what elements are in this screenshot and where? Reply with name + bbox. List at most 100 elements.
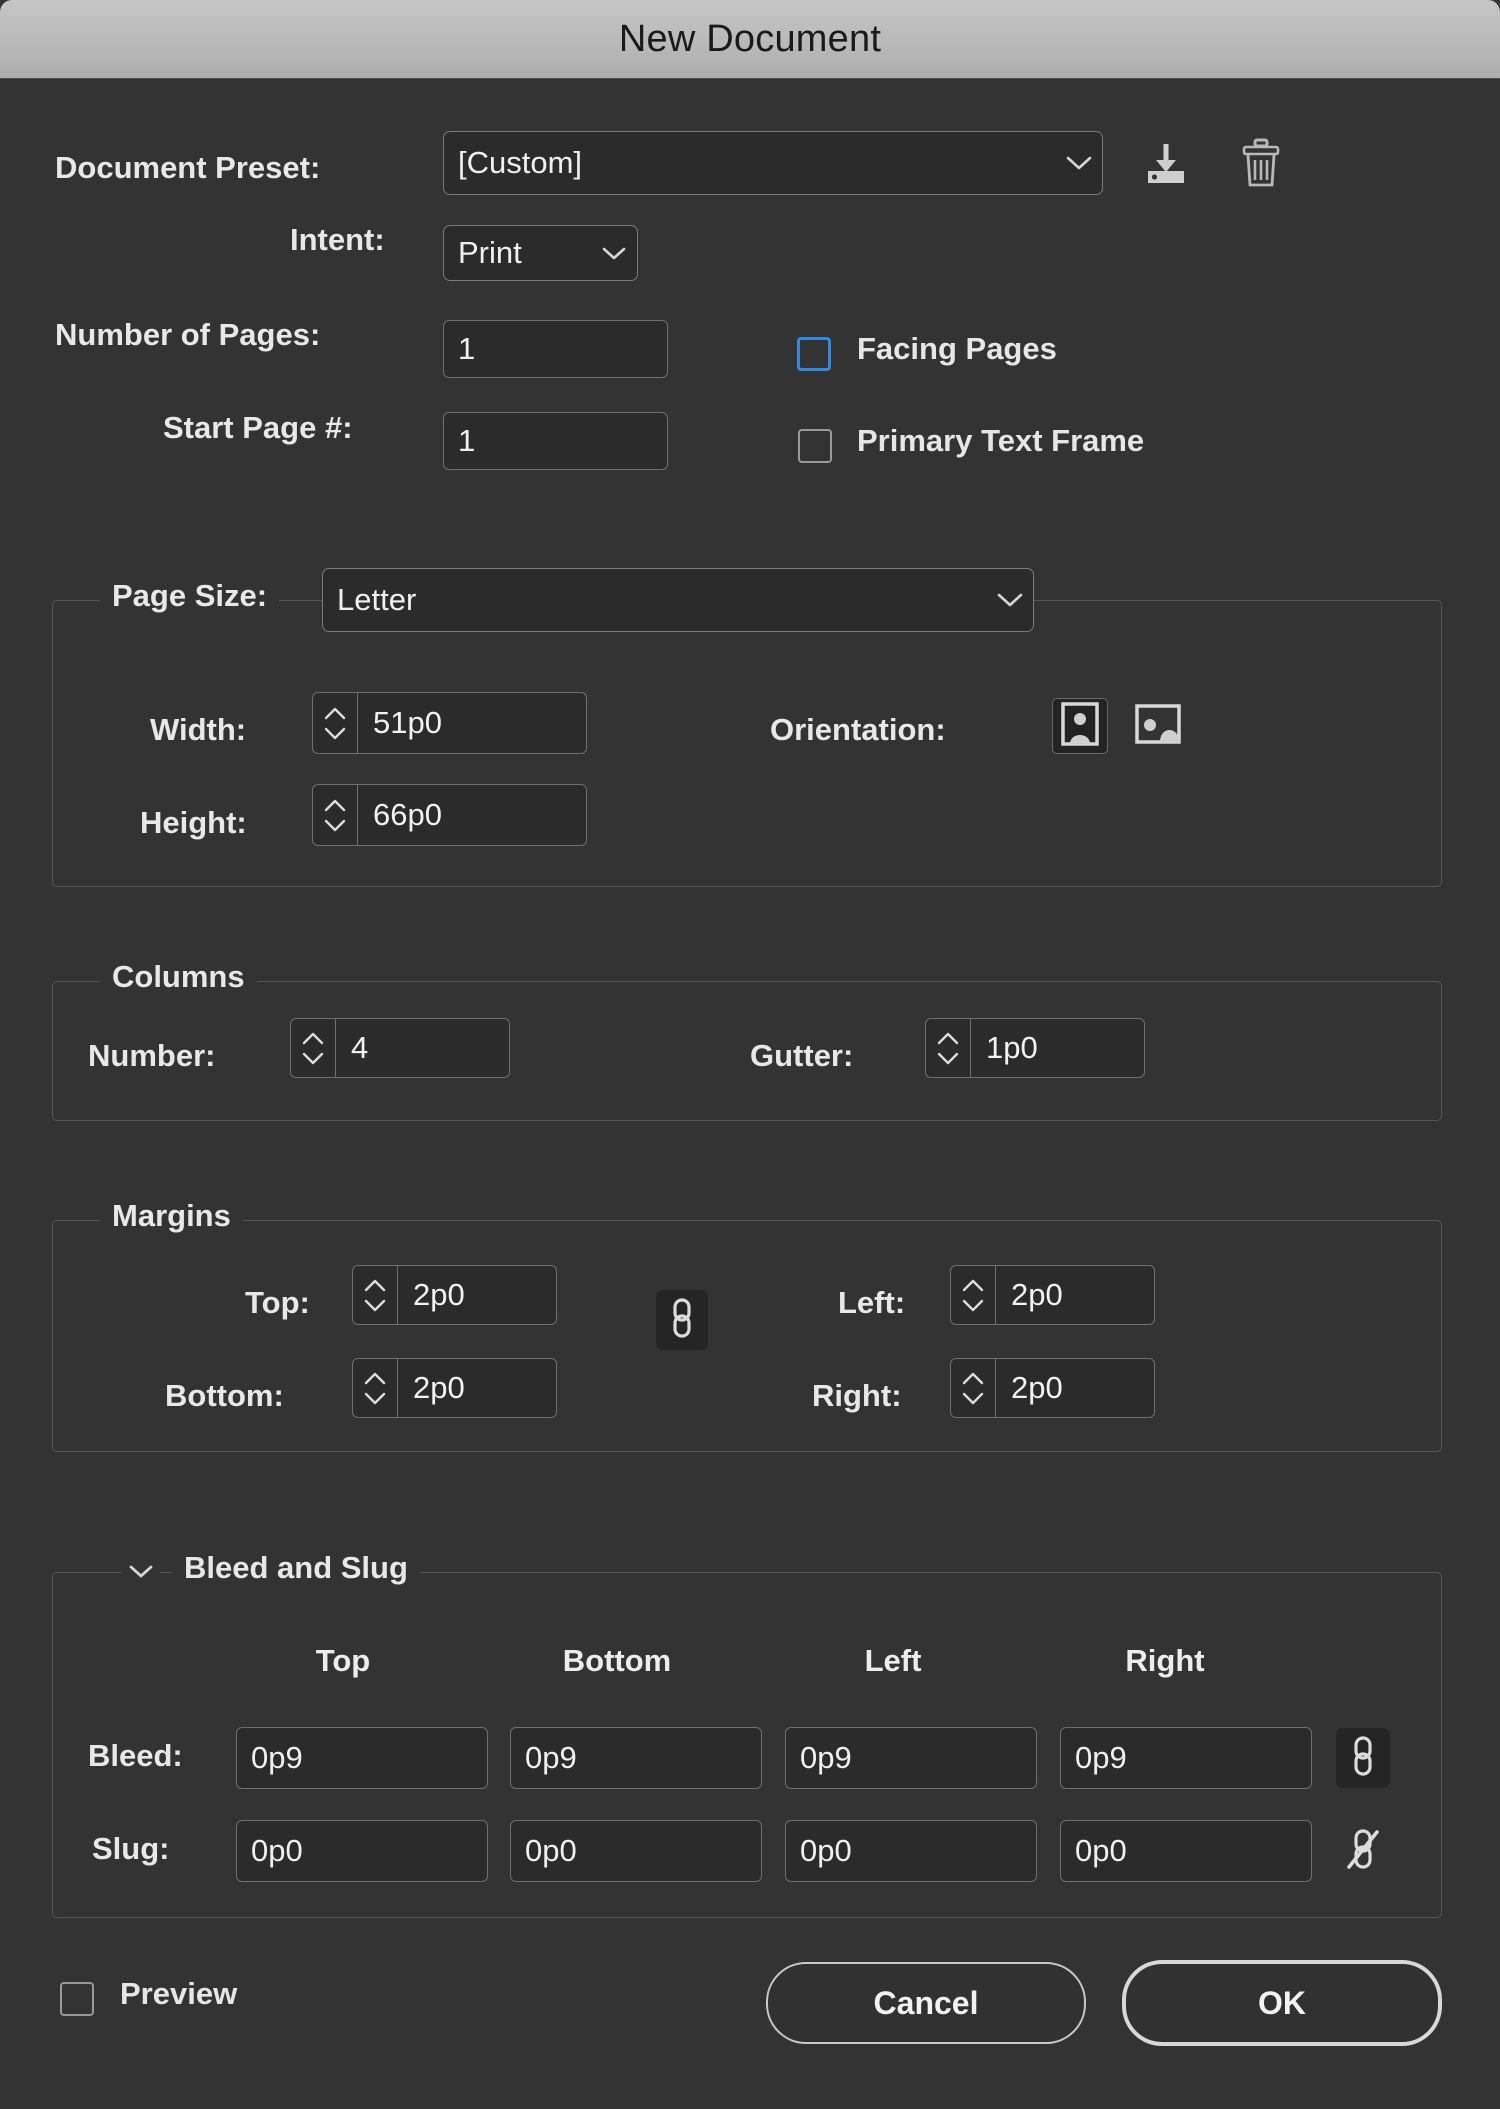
page-width-value: 51p0 bbox=[373, 705, 442, 740]
margin-top-value: 2p0 bbox=[413, 1277, 465, 1312]
document-preset-value: [Custom] bbox=[458, 145, 583, 180]
slug-top-value: 0p0 bbox=[251, 1833, 303, 1868]
margins-group bbox=[52, 1220, 1442, 1452]
columns-group bbox=[52, 981, 1442, 1121]
columns-gutter-value: 1p0 bbox=[986, 1030, 1038, 1065]
bleed-top-value: 0p9 bbox=[251, 1740, 303, 1775]
stepper-arrows-icon[interactable] bbox=[291, 1019, 336, 1077]
new-document-dialog: New Document Document Preset: [Custom] I… bbox=[0, 0, 1500, 2109]
margin-right-stepper[interactable]: 2p0 bbox=[950, 1358, 1155, 1418]
chevron-down-icon bbox=[591, 246, 637, 261]
bleed-left-input[interactable]: 0p9 bbox=[785, 1727, 1037, 1789]
bleed-link-toggle[interactable] bbox=[1336, 1728, 1390, 1788]
stepper-arrows-icon[interactable] bbox=[313, 693, 358, 753]
slug-left-input[interactable]: 0p0 bbox=[785, 1820, 1037, 1882]
margins-legend: Margins bbox=[100, 1198, 243, 1234]
preview-checkbox[interactable] bbox=[60, 1982, 94, 2016]
page-width-stepper[interactable]: 51p0 bbox=[312, 692, 587, 754]
page-size-legend: Page Size: bbox=[100, 578, 280, 614]
page-size-group bbox=[52, 600, 1442, 887]
intent-select[interactable]: Print bbox=[443, 225, 638, 281]
bleed-slug-disclosure-toggle[interactable] bbox=[122, 1554, 160, 1592]
intent-label: Intent: bbox=[290, 222, 385, 257]
trash-icon[interactable] bbox=[1230, 130, 1292, 196]
primary-text-frame-label: Primary Text Frame bbox=[857, 423, 1145, 458]
columns-gutter-stepper[interactable]: 1p0 bbox=[925, 1018, 1145, 1078]
cancel-button-label: Cancel bbox=[873, 1984, 979, 2021]
bleed-bottom-input[interactable]: 0p9 bbox=[510, 1727, 762, 1789]
bleed-slug-col-left: Left bbox=[864, 1643, 922, 1678]
page-size-select[interactable]: Letter bbox=[322, 568, 1034, 632]
bleed-right-input[interactable]: 0p9 bbox=[1060, 1727, 1312, 1789]
columns-number-label: Number: bbox=[88, 1038, 216, 1073]
number-of-pages-label: Number of Pages: bbox=[55, 317, 321, 352]
ok-button-label: OK bbox=[1258, 1984, 1306, 2021]
stepper-arrows-icon[interactable] bbox=[951, 1359, 996, 1417]
cancel-button[interactable]: Cancel bbox=[766, 1962, 1086, 2044]
slug-link-toggle[interactable] bbox=[1336, 1821, 1390, 1881]
margin-bottom-stepper[interactable]: 2p0 bbox=[352, 1358, 557, 1418]
facing-pages-checkbox[interactable] bbox=[797, 337, 831, 371]
document-preset-select[interactable]: [Custom] bbox=[443, 131, 1103, 195]
bleed-top-input[interactable]: 0p9 bbox=[236, 1727, 488, 1789]
dialog-title: New Document bbox=[618, 17, 882, 60]
start-page-label: Start Page #: bbox=[163, 410, 353, 445]
bleed-row-label: Bleed: bbox=[88, 1738, 183, 1773]
slug-bottom-input[interactable]: 0p0 bbox=[510, 1820, 762, 1882]
margin-top-label: Top: bbox=[245, 1285, 310, 1320]
portrait-orientation-button[interactable] bbox=[1052, 698, 1108, 754]
stepper-arrows-icon[interactable] bbox=[353, 1266, 398, 1324]
facing-pages-label: Facing Pages bbox=[857, 331, 1057, 366]
chain-link-broken-icon bbox=[1346, 1827, 1380, 1876]
primary-text-frame-checkbox[interactable] bbox=[798, 429, 832, 463]
bleed-right-value: 0p9 bbox=[1075, 1740, 1127, 1775]
bleed-bottom-value: 0p9 bbox=[525, 1740, 577, 1775]
orientation-label: Orientation: bbox=[770, 712, 946, 747]
slug-top-input[interactable]: 0p0 bbox=[236, 1820, 488, 1882]
margin-bottom-label: Bottom: bbox=[165, 1378, 284, 1413]
margin-bottom-value: 2p0 bbox=[413, 1370, 465, 1405]
number-of-pages-input[interactable]: 1 bbox=[443, 320, 668, 378]
ok-button[interactable]: OK bbox=[1122, 1960, 1442, 2046]
intent-value: Print bbox=[458, 235, 522, 270]
landscape-orientation-button[interactable] bbox=[1130, 698, 1186, 754]
margin-left-label: Left: bbox=[838, 1285, 906, 1320]
start-page-value: 1 bbox=[458, 423, 476, 458]
columns-number-value: 4 bbox=[351, 1030, 369, 1065]
margin-left-stepper[interactable]: 2p0 bbox=[950, 1265, 1155, 1325]
chevron-down-icon bbox=[1056, 155, 1102, 171]
chevron-down-icon bbox=[128, 1563, 154, 1584]
margin-left-value: 2p0 bbox=[1011, 1277, 1063, 1312]
margin-right-label: Right: bbox=[812, 1378, 902, 1413]
stepper-arrows-icon[interactable] bbox=[951, 1266, 996, 1324]
chain-link-icon bbox=[667, 1297, 697, 1344]
stepper-arrows-icon[interactable] bbox=[313, 785, 358, 845]
columns-legend: Columns bbox=[100, 959, 257, 995]
page-size-value: Letter bbox=[337, 582, 417, 617]
columns-gutter-label: Gutter: bbox=[750, 1038, 854, 1073]
columns-number-stepper[interactable]: 4 bbox=[290, 1018, 510, 1078]
stepper-arrows-icon[interactable] bbox=[353, 1359, 398, 1417]
margin-top-stepper[interactable]: 2p0 bbox=[352, 1265, 557, 1325]
save-preset-icon[interactable] bbox=[1135, 132, 1197, 194]
portrait-orientation-icon bbox=[1060, 701, 1100, 751]
margins-link-toggle[interactable] bbox=[656, 1290, 708, 1350]
chain-link-icon bbox=[1348, 1735, 1378, 1782]
page-height-stepper[interactable]: 66p0 bbox=[312, 784, 587, 846]
slug-row-label: Slug: bbox=[92, 1831, 170, 1866]
page-width-label: Width: bbox=[150, 712, 247, 747]
bleed-slug-col-bottom: Bottom bbox=[562, 1643, 672, 1678]
slug-right-input[interactable]: 0p0 bbox=[1060, 1820, 1312, 1882]
stepper-arrows-icon[interactable] bbox=[926, 1019, 971, 1077]
preview-label: Preview bbox=[120, 1976, 238, 2011]
bleed-slug-col-top: Top bbox=[315, 1643, 371, 1678]
bleed-left-value: 0p9 bbox=[800, 1740, 852, 1775]
document-preset-label: Document Preset: bbox=[55, 150, 321, 185]
start-page-input[interactable]: 1 bbox=[443, 412, 668, 470]
bleed-slug-col-right: Right bbox=[1125, 1643, 1205, 1678]
chevron-down-icon bbox=[987, 592, 1033, 608]
slug-right-value: 0p0 bbox=[1075, 1833, 1127, 1868]
dialog-titlebar: New Document bbox=[0, 0, 1500, 79]
number-of-pages-value: 1 bbox=[458, 331, 476, 366]
page-height-label: Height: bbox=[140, 805, 247, 840]
